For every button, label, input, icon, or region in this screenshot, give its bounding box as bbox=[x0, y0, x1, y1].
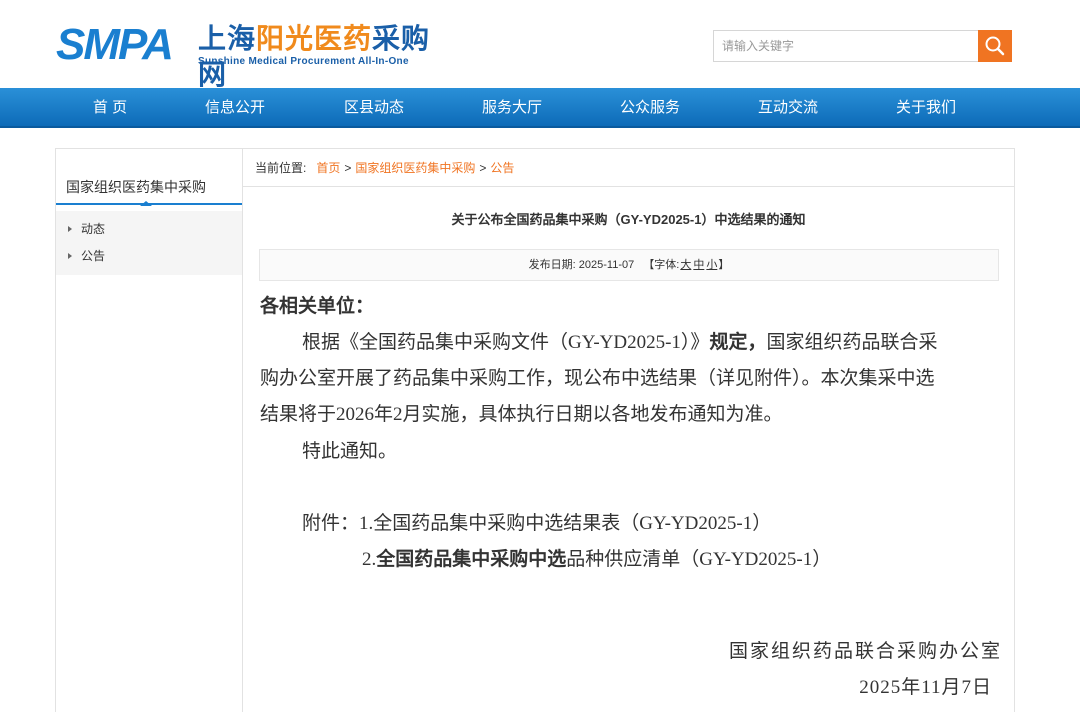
nav-item-district[interactable]: 区县动态 bbox=[335, 88, 413, 128]
sidebar-list: 动态 公告 bbox=[56, 211, 242, 275]
signature-date: 2025年11月7日 bbox=[859, 677, 992, 698]
nav-item-home[interactable]: 首 页 bbox=[72, 88, 148, 128]
salutation: 各相关单位： bbox=[260, 296, 375, 317]
sidebar: 国家组织医药集中采购 动态 公告 bbox=[55, 148, 242, 712]
nav-item-about[interactable]: 关于我们 bbox=[887, 88, 965, 128]
breadcrumb: 当前位置: 首页 > 国家组织医药集中采购 > 公告 bbox=[243, 149, 1014, 187]
font-size-small[interactable]: 小 bbox=[706, 259, 717, 271]
paragraph-1-line-2: 购办公室开展了药品集中采购工作，现公布中选结果（详见附件）。本次集采中选 bbox=[260, 368, 935, 389]
search-input[interactable] bbox=[713, 30, 979, 62]
nav-item-public[interactable]: 公众服务 bbox=[611, 88, 689, 128]
sidebar-title-pointer bbox=[140, 201, 152, 206]
font-size-large[interactable]: 大 bbox=[680, 259, 691, 271]
search-icon bbox=[985, 36, 1005, 56]
attachment-1[interactable]: 附件：1.全国药品集中采购中选结果表（GY-YD2025-1） bbox=[302, 509, 771, 539]
paragraph-1-line-3: 结果将于2026年2月实施，具体执行日期以各地发布通知为准。 bbox=[260, 404, 783, 425]
breadcrumb-category[interactable]: 国家组织医药集中采购 bbox=[355, 161, 475, 175]
nav-item-info[interactable]: 信息公开 bbox=[196, 88, 274, 128]
article-title: 关于公布全国药品集中采购（GY-YD2025-1）中选结果的通知 bbox=[451, 212, 806, 227]
sidebar-item-notice[interactable]: 公告 bbox=[68, 244, 105, 268]
signature-org: 国家组织药品联合采购办公室 bbox=[728, 641, 1002, 662]
logo-smpa-text: SMPA bbox=[56, 20, 174, 69]
paragraph-1-line-1: 根据《全国药品集中采购文件（GY-YD2025-1）》规定，国家组织药品联合采 bbox=[302, 332, 938, 353]
breadcrumb-home[interactable]: 首页 bbox=[316, 161, 340, 175]
paragraph-2: 特此通知。 bbox=[302, 441, 398, 462]
search-button[interactable] bbox=[978, 30, 1012, 62]
font-size-medium[interactable]: 中 bbox=[693, 259, 704, 271]
breadcrumb-prefix: 当前位置: bbox=[255, 161, 307, 175]
nav-item-interaction[interactable]: 互动交流 bbox=[749, 88, 827, 128]
logo-english-name: Sunshine Medical Procurement All-In-One bbox=[198, 56, 409, 67]
main-nav: 首 页 信息公开 区县动态 服务大厅 公众服务 互动交流 关于我们 bbox=[0, 88, 1080, 128]
bullet-triangle-icon bbox=[68, 252, 72, 259]
attachment-2[interactable]: 2.全国药品集中采购中选品种供应清单（GY-YD2025-1） bbox=[362, 545, 831, 575]
nav-item-service[interactable]: 服务大厅 bbox=[473, 88, 551, 128]
site-logo[interactable]: SMPA 上海阳光医药采购网 Sunshine Medical Procurem… bbox=[56, 20, 456, 92]
article-meta: 发布日期: 2025-11-07 【字体:大中小】 bbox=[259, 249, 999, 281]
breadcrumb-current[interactable]: 公告 bbox=[490, 161, 514, 175]
main-content: 当前位置: 首页 > 国家组织医药集中采购 > 公告 关于公布全国药品集中采购（GY-YD… bbox=[242, 148, 1015, 712]
site-header: SMPA 上海阳光医药采购网 Sunshine Medical Procurem… bbox=[0, 0, 1080, 92]
bullet-triangle-icon bbox=[68, 225, 72, 232]
sidebar-item-news[interactable]: 动态 bbox=[68, 217, 105, 241]
publish-date: 2025-11-07 bbox=[578, 259, 635, 271]
